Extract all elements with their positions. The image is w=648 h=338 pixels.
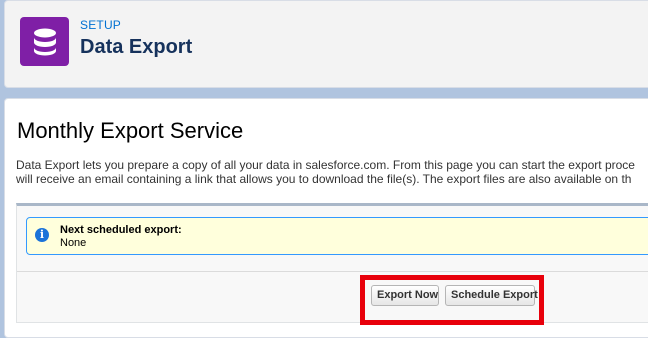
info-heading: Next scheduled export: — [60, 224, 182, 236]
page-header-title: Data Export — [80, 36, 193, 58]
description-line: Data Export lets you prepare a copy of a… — [16, 158, 635, 172]
database-icon — [20, 17, 69, 66]
content-panel: Monthly Export Service Data Export lets … — [4, 98, 648, 338]
page-title: Monthly Export Service — [17, 118, 244, 143]
info-value: None — [60, 237, 87, 249]
divider — [17, 271, 648, 272]
schedule-export-button[interactable]: Schedule Export — [445, 285, 538, 306]
export-now-button[interactable]: Export Now — [371, 285, 439, 306]
page-header: SETUP Data Export — [4, 0, 648, 88]
description: Data Export lets you prepare a copy of a… — [16, 158, 648, 186]
info-icon: i — [35, 228, 49, 242]
export-block: i Next scheduled export: None Export Now… — [16, 203, 648, 323]
description-line: will receive an email containing a link … — [16, 172, 632, 186]
info-message: i Next scheduled export: None — [26, 217, 648, 255]
header-eyebrow[interactable]: SETUP — [80, 18, 121, 32]
